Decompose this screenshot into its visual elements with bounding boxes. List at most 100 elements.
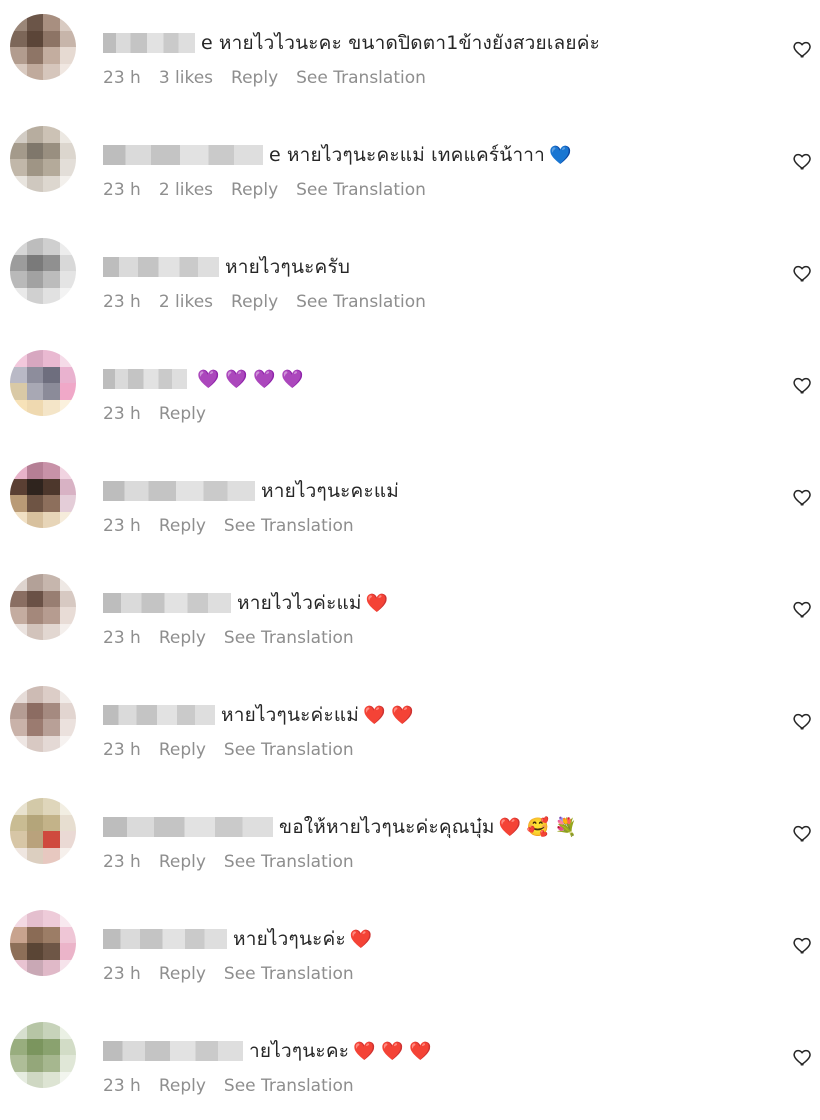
comment-body: หายไวไวค่ะแม่ ❤️ [103,588,388,618]
avatar[interactable] [10,350,76,416]
username-tail[interactable]: e [201,32,213,54]
comment-emoji: ❤️ ❤️ [363,704,414,726]
comment-item: e หายไวๆนะคะแม่ เทคแคร์น้าาา 💙 23 h 2 likes R… [0,112,820,224]
comment-meta: 23 h Reply See Translation [103,964,372,984]
comment-item: ายไวๆนะคะ ❤️ ❤️ ❤️ 23 h Reply See Translatio… [0,1008,820,1120]
likes-count[interactable]: 2 likes [159,292,213,312]
reply-button[interactable]: Reply [159,964,206,984]
avatar[interactable] [10,462,76,528]
see-translation-button[interactable]: See Translation [224,516,354,536]
reply-button[interactable]: Reply [159,740,206,760]
comment-emoji: ❤️ 🥰 💐 [498,816,578,838]
heart-icon[interactable] [792,150,814,172]
username-blurred[interactable] [103,257,219,277]
comment-emoji: ❤️ ❤️ ❤️ [353,1040,432,1062]
username-blurred[interactable] [103,145,263,165]
avatar[interactable] [10,238,76,304]
reply-button[interactable]: Reply [159,628,206,648]
see-translation-button[interactable]: See Translation [296,68,426,88]
username-blurred[interactable] [103,705,215,725]
heart-icon[interactable] [792,38,814,60]
comment-body: หายไวๆนะครับ [103,252,350,282]
comment-meta: 23 h 3 likes Reply See Translation [103,68,444,88]
see-translation-button[interactable]: See Translation [296,180,426,200]
timestamp: 23 h [103,852,141,872]
comment-body: e หายไวไวนะคะ ขนาดปิดตา1ข้างยังสวยเลยค่ะ [103,28,600,58]
username-blurred[interactable] [103,817,273,837]
timestamp: 23 h [103,292,141,312]
likes-count[interactable]: 3 likes [159,68,213,88]
comment-meta: 23 h Reply See Translation [103,516,372,536]
heart-icon[interactable] [792,822,814,844]
comment-body: ขอให้หายไวๆนะค่ะคุณบุ๋ม ❤️ 🥰 💐 [103,812,577,842]
comment-item: หายไวๆนะค่ะแม่ ❤️ ❤️ 23 h Reply See Translat… [0,672,820,784]
comment-item: หายไวๆนะคะแม่ 23 h Reply See Translation [0,448,820,560]
comment-meta: 23 h Reply See Translation [103,628,372,648]
timestamp: 23 h [103,964,141,984]
comment-body: หายไวๆนะค่ะแม่ ❤️ ❤️ [103,700,414,730]
username-blurred[interactable] [103,369,187,389]
username-blurred[interactable] [103,33,195,53]
heart-icon[interactable] [792,262,814,284]
comment-text: ายไวๆนะคะ [249,1040,350,1062]
likes-count[interactable]: 2 likes [159,180,213,200]
see-translation-button[interactable]: See Translation [224,852,354,872]
comment-text: ขอให้หายไวๆนะค่ะคุณบุ๋ม [279,816,495,838]
comment-item: ขอให้หายไวๆนะค่ะคุณบุ๋ม ❤️ 🥰 💐 23 h Reply Se… [0,784,820,896]
see-translation-button[interactable]: See Translation [224,628,354,648]
see-translation-button[interactable]: See Translation [296,292,426,312]
avatar[interactable] [10,126,76,192]
comment-list: e หายไวไวนะคะ ขนาดปิดตา1ข้างยังสวยเลยค่ะ 2… [0,0,820,1096]
username-blurred[interactable] [103,481,255,501]
comment-item: หายไวไวค่ะแม่ ❤️ 23 h Reply See Translation [0,560,820,672]
timestamp: 23 h [103,404,141,424]
comment-meta: 23 h Reply See Translation [103,1076,372,1096]
heart-icon[interactable] [792,934,814,956]
comment-body: 💜 💜 💜 💜 [103,364,304,394]
comment-emoji: 💜 💜 💜 💜 [197,368,304,390]
username-blurred[interactable] [103,593,231,613]
timestamp: 23 h [103,180,141,200]
heart-icon[interactable] [792,710,814,732]
avatar[interactable] [10,14,76,80]
comment-text: หายไวๆนะค่ะ [233,928,346,950]
username-blurred[interactable] [103,1041,243,1061]
avatar[interactable] [10,910,76,976]
heart-icon[interactable] [792,486,814,508]
reply-button[interactable]: Reply [231,292,278,312]
username-blurred[interactable] [103,929,227,949]
reply-button[interactable]: Reply [159,404,206,424]
comment-text: หายไวๆนะคะแม่ [261,480,400,502]
heart-icon[interactable] [792,1046,814,1068]
comment-meta: 23 h 2 likes Reply See Translation [103,292,444,312]
heart-icon[interactable] [792,598,814,620]
reply-button[interactable]: Reply [231,180,278,200]
comment-text: หายไวไวนะคะ ขนาดปิดตา1ข้างยังสวยเลยค่ะ [218,32,601,54]
comment-meta: 23 h Reply See Translation [103,740,372,760]
avatar[interactable] [10,798,76,864]
comment-body: ายไวๆนะคะ ❤️ ❤️ ❤️ [103,1036,432,1066]
comment-text: หายไวไวค่ะแม่ [237,592,362,614]
reply-button[interactable]: Reply [159,1076,206,1096]
comment-item: 💜 💜 💜 💜 23 h Reply [0,336,820,448]
avatar[interactable] [10,686,76,752]
comment-meta: 23 h Reply [103,404,224,424]
see-translation-button[interactable]: See Translation [224,964,354,984]
comment-text: หายไวๆนะครับ [225,256,351,278]
username-tail[interactable]: e [269,144,281,166]
comment-emoji: 💙 [549,144,572,166]
heart-icon[interactable] [792,374,814,396]
see-translation-button[interactable]: See Translation [224,740,354,760]
comment-item: หายไวๆนะครับ 23 h 2 likes Reply See Translat… [0,224,820,336]
comment-text: หายไวๆนะค่ะแม่ [221,704,360,726]
reply-button[interactable]: Reply [231,68,278,88]
see-translation-button[interactable]: See Translation [224,1076,354,1096]
reply-button[interactable]: Reply [159,852,206,872]
comment-emoji: ❤️ [349,928,373,950]
avatar[interactable] [10,574,76,640]
timestamp: 23 h [103,516,141,536]
avatar[interactable] [10,1022,76,1088]
comment-meta: 23 h Reply See Translation [103,852,372,872]
comment-text: หายไวๆนะคะแม่ เทคแคร์น้าาา [286,144,546,166]
reply-button[interactable]: Reply [159,516,206,536]
